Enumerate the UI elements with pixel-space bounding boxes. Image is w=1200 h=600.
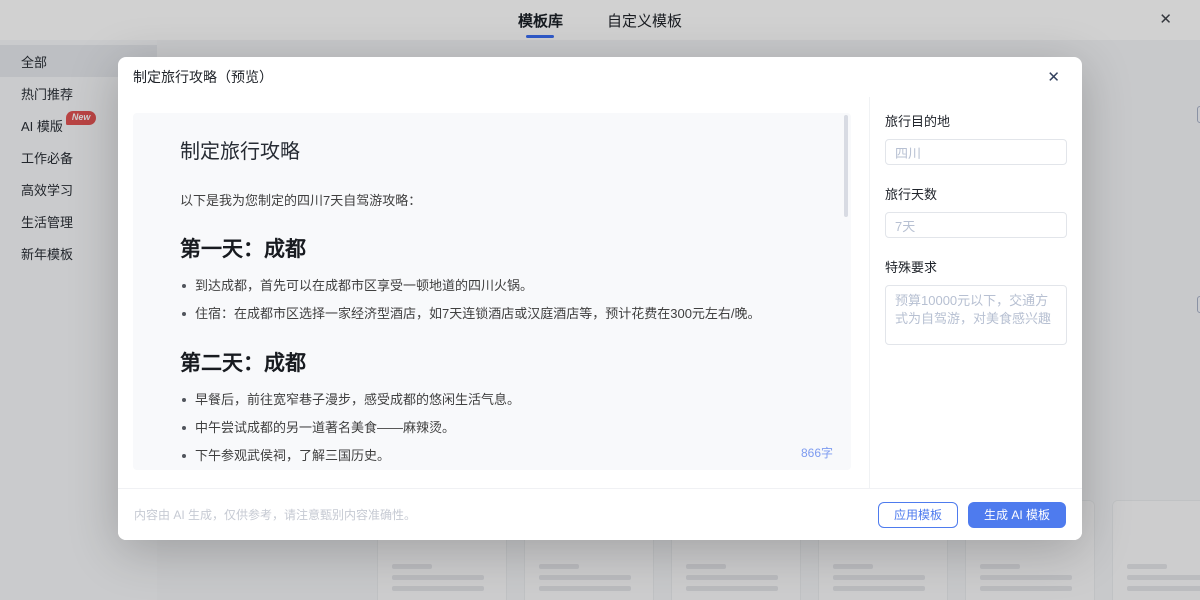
screen: 模板库 自定义模板 ✕ 全部 热门推荐 AI 模版New 工作必备 高效学习 生… xyxy=(0,0,1200,600)
modal-footer: 内容由 AI 生成，仅供参考，请注意甄别内容准确性。 应用模板 生成 AI 模板 xyxy=(118,488,1082,540)
destination-field[interactable] xyxy=(885,139,1067,165)
travel-plan-preview-modal: 制定旅行攻略（预览） ✕ 制定旅行攻略 以下是我为您制定的四川7天自驾游攻略： … xyxy=(118,57,1082,540)
day2-heading: 第二天：成都 xyxy=(180,347,804,377)
modal-header: 制定旅行攻略（预览） ✕ xyxy=(118,57,1082,97)
document-scrollbar-thumb[interactable] xyxy=(844,115,848,217)
ai-disclaimer: 内容由 AI 生成，仅供参考，请注意甄别内容准确性。 xyxy=(134,506,416,523)
day2-bullet-list: 早餐后，前往宽窄巷子漫步，感受成都的悠闲生活气息。 中午尝试成都的另一道著名美食… xyxy=(180,391,804,470)
document-intro: 以下是我为您制定的四川7天自驾游攻略： xyxy=(180,190,804,209)
bullet-item: 中午尝试成都的另一道著名美食——麻辣烫。 xyxy=(180,419,804,437)
special-requirements-label: 特殊要求 xyxy=(885,257,1067,276)
bullet-item: 早餐后，前往宽窄巷子漫步，感受成都的悠闲生活气息。 xyxy=(180,391,804,409)
bullet-item: 到达成都，首先可以在成都市区享受一顿地道的四川火锅。 xyxy=(180,277,804,295)
modal-close-icon[interactable]: ✕ xyxy=(1047,68,1060,86)
document-title: 制定旅行攻略 xyxy=(180,135,804,164)
bullet-item: 下午参观武侯祠，了解三国历史。 xyxy=(180,447,804,465)
days-field[interactable] xyxy=(885,212,1067,238)
destination-label: 旅行目的地 xyxy=(885,111,1067,130)
days-label: 旅行天数 xyxy=(885,184,1067,203)
day1-bullet-list: 到达成都，首先可以在成都市区享受一顿地道的四川火锅。 住宿：在成都市区选择一家经… xyxy=(180,277,804,323)
special-requirements-field[interactable]: 预算10000元以下，交通方式为自驾游，对美食感兴趣 xyxy=(885,285,1067,345)
template-form-panel: 旅行目的地 旅行天数 特殊要求 预算10000元以下，交通方式为自驾游，对美食感… xyxy=(869,97,1082,488)
preview-document: 制定旅行攻略 以下是我为您制定的四川7天自驾游攻略： 第一天：成都 到达成都，首… xyxy=(133,113,851,470)
day1-heading: 第一天：成都 xyxy=(180,233,804,263)
generate-ai-template-button[interactable]: 生成 AI 模板 xyxy=(968,502,1066,528)
modal-title: 制定旅行攻略（预览） xyxy=(133,67,273,87)
bullet-item: 住宿：在成都市区选择一家经济型酒店，如7天连锁酒店或汉庭酒店等，预计花费在300… xyxy=(180,305,804,323)
apply-template-button[interactable]: 应用模板 xyxy=(878,502,958,528)
preview-document-panel[interactable]: 制定旅行攻略 以下是我为您制定的四川7天自驾游攻略： 第一天：成都 到达成都，首… xyxy=(133,113,851,470)
word-count: 866字 xyxy=(801,444,833,461)
